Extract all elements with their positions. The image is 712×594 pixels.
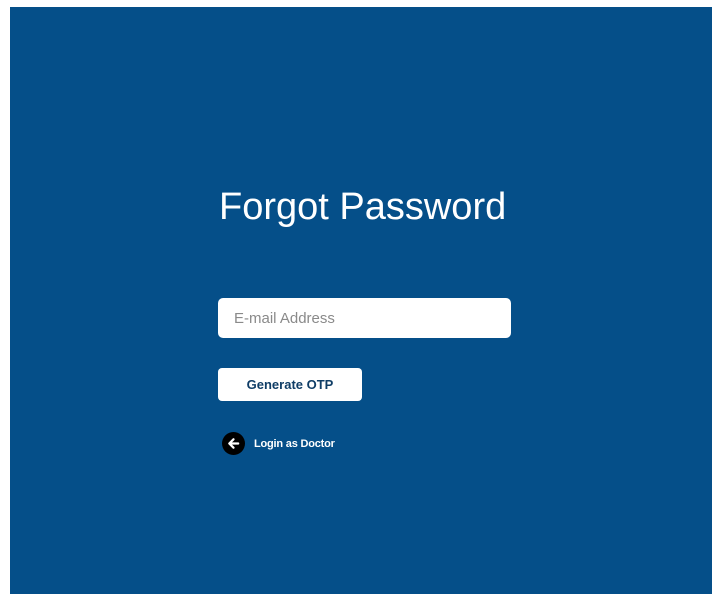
- generate-otp-button[interactable]: Generate OTP: [218, 368, 362, 401]
- page-title: Forgot Password: [219, 186, 507, 228]
- email-field[interactable]: [218, 298, 511, 338]
- login-as-doctor-label: Login as Doctor: [254, 437, 335, 450]
- login-as-doctor-link[interactable]: Login as Doctor: [222, 432, 335, 455]
- forgot-password-panel: Forgot Password Generate OTP Login as Do…: [10, 7, 712, 594]
- arrow-left-circle-icon: [222, 432, 245, 455]
